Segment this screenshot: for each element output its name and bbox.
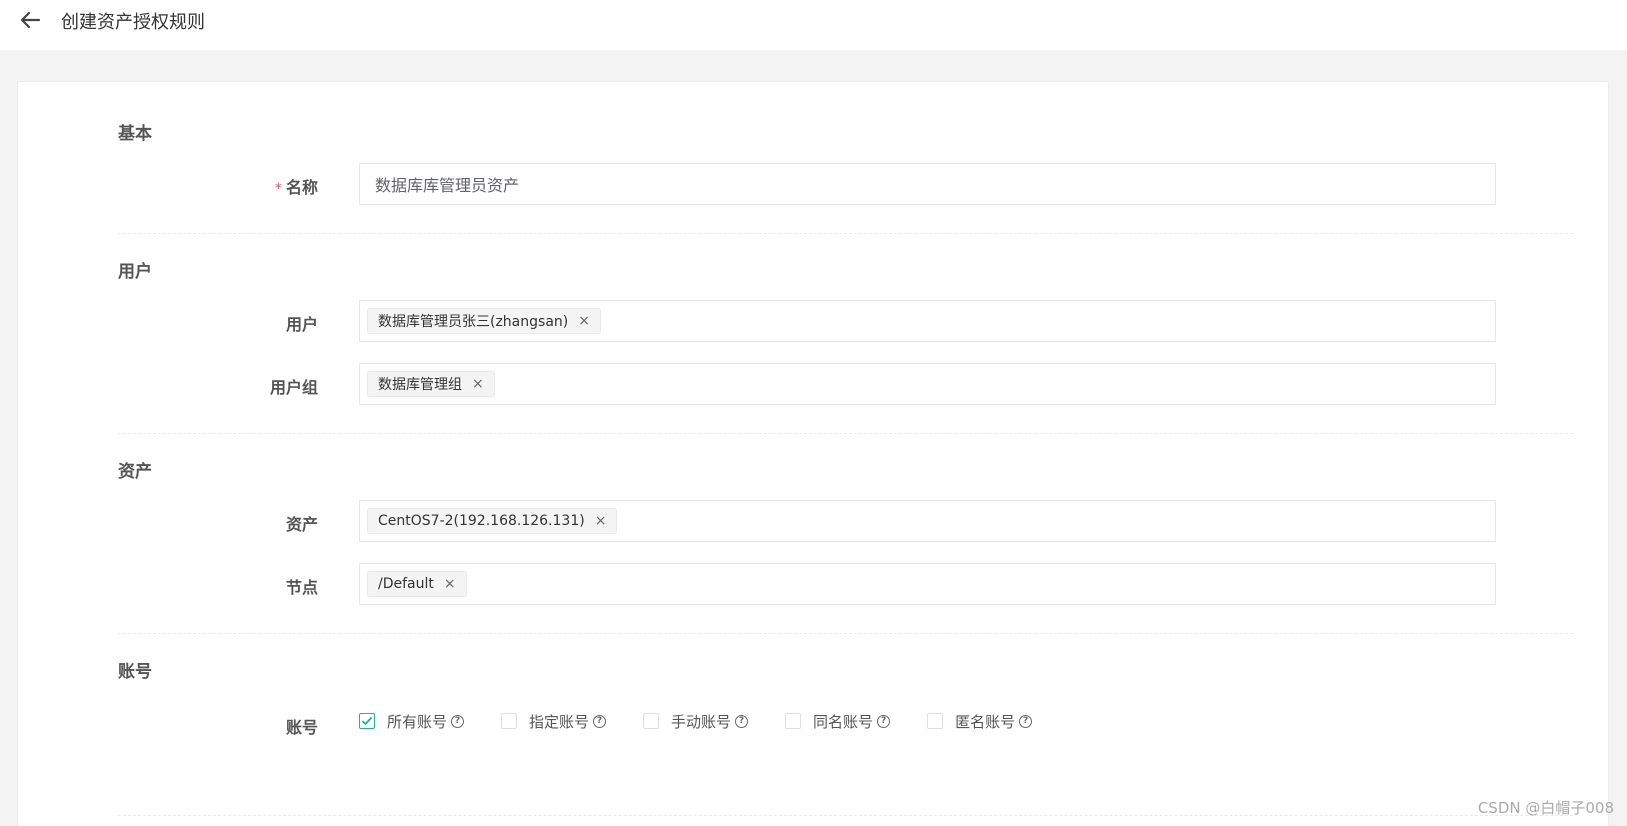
section-title-assets: 资产 bbox=[118, 462, 152, 482]
help-icon[interactable]: ? bbox=[1019, 714, 1033, 728]
asset-label: 资产 bbox=[285, 515, 318, 534]
asset-tag: CentOS7-2(192.168.126.131) × bbox=[367, 508, 618, 534]
page-title: 创建资产授权规则 bbox=[61, 12, 205, 33]
checkbox-label: 所有账号 bbox=[387, 712, 448, 731]
checkbox-box[interactable] bbox=[359, 713, 375, 729]
user-group-tag-text: 数据库管理组 bbox=[378, 377, 462, 393]
checkbox-label: 匿名账号 bbox=[955, 712, 1016, 731]
required-mark: * bbox=[274, 181, 282, 197]
name-field bbox=[359, 163, 1496, 205]
help-icon[interactable]: ? bbox=[877, 714, 891, 728]
account-checkbox-group: 所有账号 ? 指定账号 ? 手动账号 ? 同名账号 ? 匿名账号 ? bbox=[359, 709, 1069, 733]
section-title-accounts: 账号 bbox=[118, 662, 152, 682]
section-divider bbox=[118, 815, 1573, 816]
user-tag: 数据库管理员张三(zhangsan) × bbox=[367, 308, 601, 334]
user-select[interactable]: 数据库管理员张三(zhangsan) × bbox=[359, 300, 1496, 342]
user-label: 用户 bbox=[285, 315, 318, 334]
checkbox-same-name-accounts[interactable]: 同名账号 ? bbox=[785, 711, 891, 732]
asset-select[interactable]: CentOS7-2(192.168.126.131) × bbox=[359, 500, 1496, 542]
user-tag-close-icon[interactable]: × bbox=[578, 313, 590, 329]
back-arrow-icon[interactable] bbox=[18, 9, 44, 31]
help-icon[interactable]: ? bbox=[593, 714, 607, 728]
checkbox-label: 指定账号 bbox=[529, 712, 590, 731]
name-input[interactable] bbox=[360, 164, 1495, 204]
asset-tag-close-icon[interactable]: × bbox=[595, 513, 607, 529]
checkbox-all-accounts[interactable]: 所有账号 ? bbox=[359, 711, 465, 732]
checkbox-box[interactable] bbox=[927, 713, 944, 729]
user-tag-text: 数据库管理员张三(zhangsan) bbox=[378, 314, 569, 330]
checkbox-manual-accounts[interactable]: 手动账号 ? bbox=[643, 711, 749, 732]
section-divider bbox=[118, 433, 1573, 434]
checkbox-anonymous-accounts[interactable]: 匿名账号 ? bbox=[927, 711, 1033, 732]
asset-tag-text: CentOS7-2(192.168.126.131) bbox=[378, 513, 585, 529]
checkbox-label: 同名账号 bbox=[813, 712, 874, 731]
name-label: * 名称 bbox=[108, 174, 318, 198]
user-group-label: 用户组 bbox=[269, 378, 318, 397]
user-group-tag-close-icon[interactable]: × bbox=[472, 376, 484, 392]
checkbox-box[interactable] bbox=[643, 713, 660, 729]
node-tag: /Default × bbox=[367, 571, 467, 597]
checkbox-box[interactable] bbox=[785, 713, 802, 729]
checkbox-label: 手动账号 bbox=[671, 712, 732, 731]
watermark: CSDN @白帽子008 bbox=[1477, 799, 1614, 817]
checkbox-box[interactable] bbox=[501, 713, 518, 729]
account-label: 账号 bbox=[285, 718, 318, 737]
node-tag-close-icon[interactable]: × bbox=[444, 576, 456, 592]
node-label: 节点 bbox=[285, 578, 318, 597]
help-icon[interactable]: ? bbox=[735, 714, 749, 728]
section-divider bbox=[118, 633, 1573, 634]
form-card: 基本 *名称 用户 用户 数据库管理员张三(zhangsan) × 用户组 数据… bbox=[17, 81, 1609, 826]
node-tag-text: /Default bbox=[378, 576, 434, 592]
user-group-select[interactable]: 数据库管理组 × bbox=[359, 363, 1496, 405]
section-divider bbox=[118, 233, 1573, 234]
name-label-text: 名称 bbox=[285, 178, 318, 197]
checkbox-specified-accounts[interactable]: 指定账号 ? bbox=[501, 711, 607, 732]
user-group-tag: 数据库管理组 × bbox=[367, 371, 495, 397]
top-bar: 创建资产授权规则 bbox=[0, 0, 1627, 50]
section-title-users: 用户 bbox=[118, 262, 152, 282]
node-select[interactable]: /Default × bbox=[359, 563, 1496, 605]
section-title-basic: 基本 bbox=[118, 124, 152, 144]
help-icon[interactable]: ? bbox=[451, 714, 465, 728]
